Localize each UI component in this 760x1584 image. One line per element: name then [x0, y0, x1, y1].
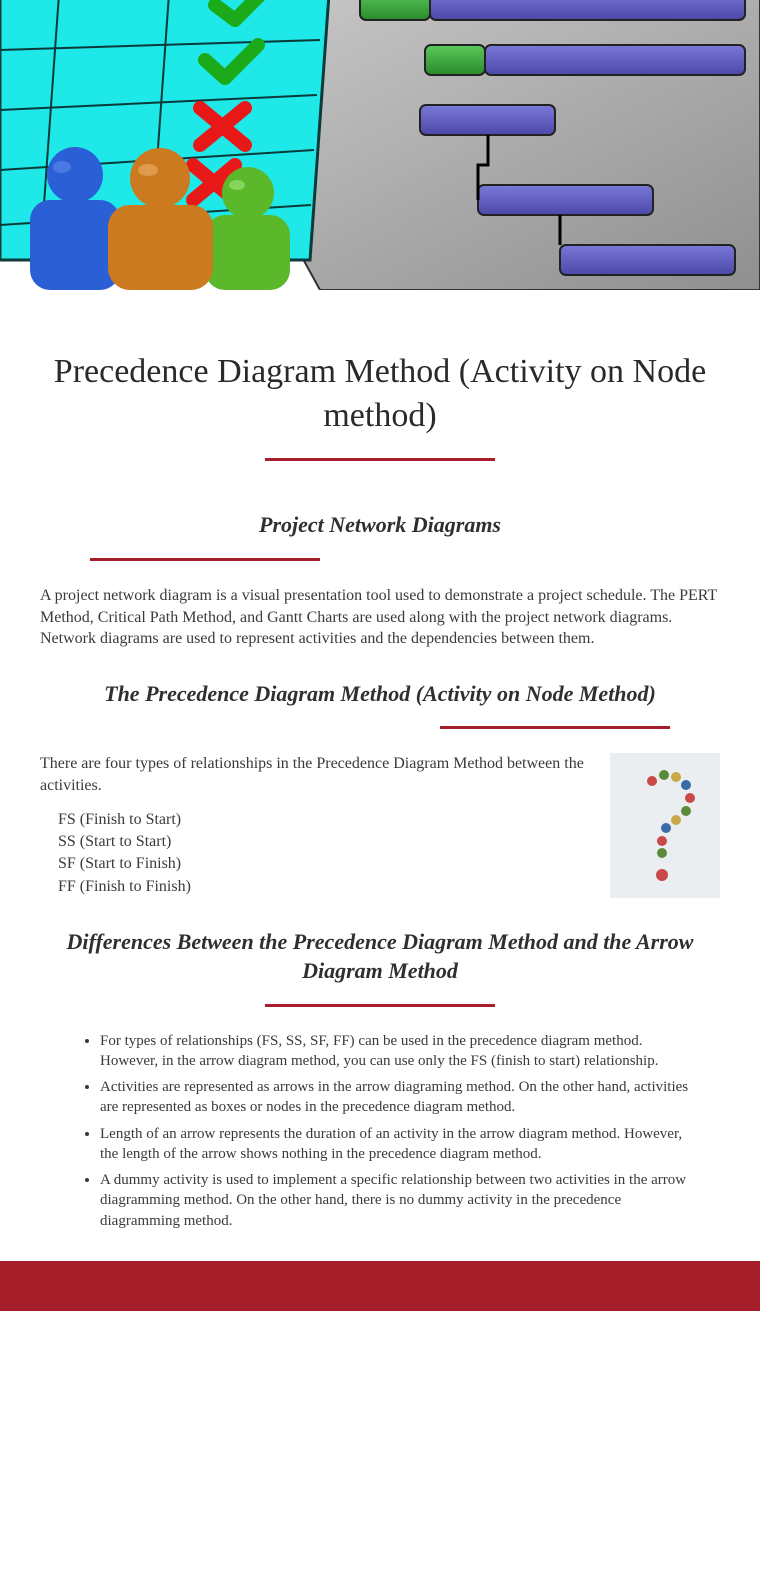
- page-title: Precedence Diagram Method (Activity on N…: [40, 350, 720, 438]
- gantt-chart-graphic: [0, 0, 760, 290]
- footer-banner: [0, 1261, 760, 1311]
- type-ss: SS (Start to Start): [58, 831, 590, 853]
- section2-rule: [440, 726, 670, 729]
- section1-rule: [90, 558, 320, 561]
- section-heading-2: The Precedence Diagram Method (Activity …: [40, 680, 720, 709]
- difference-4: A dummy activity is used to implement a …: [100, 1170, 690, 1231]
- section-heading-1: Project Network Diagrams: [40, 511, 720, 540]
- title-rule: [265, 458, 495, 461]
- difference-3: Length of an arrow represents the durati…: [100, 1124, 690, 1165]
- difference-1: For types of relationships (FS, SS, SF, …: [100, 1031, 690, 1072]
- type-fs: FS (Finish to Start): [58, 809, 590, 831]
- section1-body: A project network diagram is a visual pr…: [40, 585, 720, 650]
- section3-rule: [265, 1004, 495, 1007]
- relationship-types-list: FS (Finish to Start) SS (Start to Start)…: [58, 809, 590, 899]
- differences-list: For types of relationships (FS, SS, SF, …: [100, 1031, 690, 1231]
- section2-intro: There are four types of relationships in…: [40, 753, 590, 796]
- difference-2: Activities are represented as arrows in …: [100, 1077, 690, 1118]
- type-ff: FF (Finish to Finish): [58, 876, 590, 898]
- type-sf: SF (Start to Finish): [58, 853, 590, 875]
- section-heading-3: Differences Between the Precedence Diagr…: [40, 928, 720, 985]
- question-mark-image: [610, 753, 720, 898]
- hero-graphic: [0, 0, 760, 290]
